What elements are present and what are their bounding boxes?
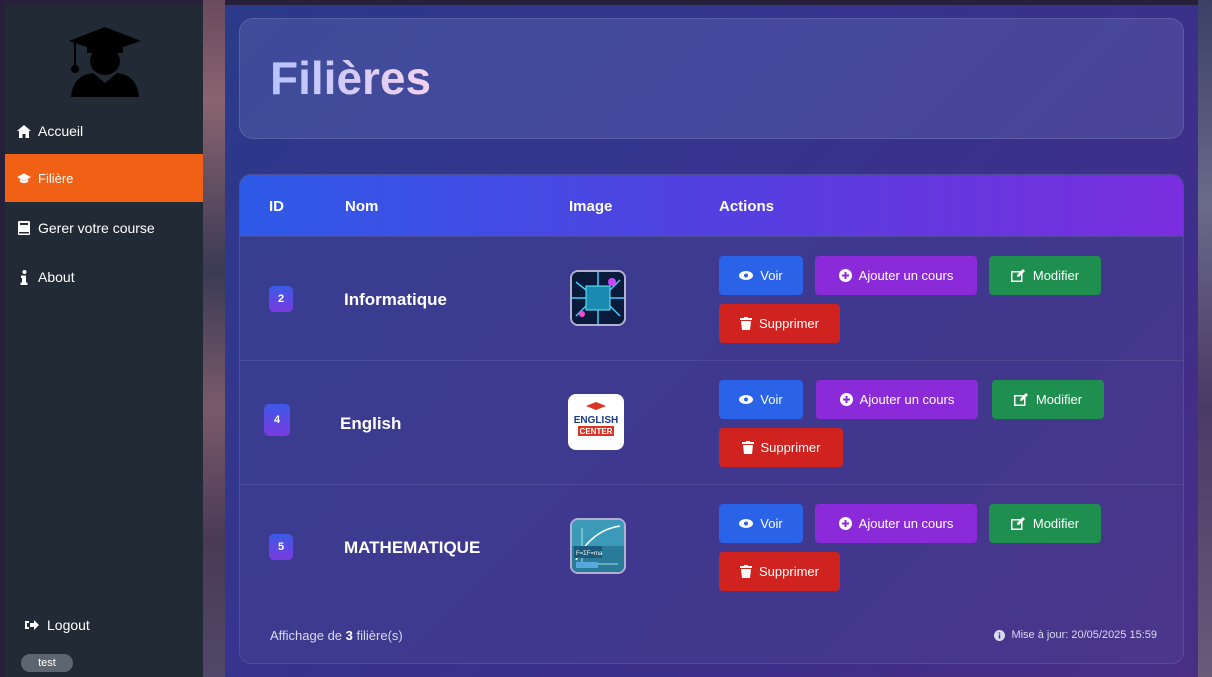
table-row: 5 MATHEMATIQUE F=ΣF=ma Voir Ajouter un c… (240, 484, 1183, 608)
filieres-table: ID Nom Image Actions 2 Informatique Voir (239, 174, 1184, 664)
trash-icon (741, 441, 754, 454)
delete-button[interactable]: Supprimer (719, 552, 840, 591)
id-badge: 5 (269, 534, 293, 560)
delete-label: Supprimer (759, 564, 819, 579)
filiere-name: Informatique (344, 290, 447, 309)
view-label: Voir (760, 516, 783, 531)
view-button[interactable]: Voir (719, 380, 803, 419)
column-header-id: ID (269, 198, 284, 215)
filiere-name: English (340, 414, 402, 433)
logout-label: Logout (47, 617, 90, 633)
column-header-name: Nom (345, 198, 379, 215)
edit-icon (1013, 393, 1029, 406)
info-circle-icon (994, 629, 1006, 641)
sidebar-item-gerer-course[interactable]: Gerer votre course (5, 205, 203, 251)
home-icon (17, 124, 31, 138)
filiere-name: MATHEMATIQUE (344, 538, 481, 557)
delete-button[interactable]: Supprimer (719, 428, 843, 467)
delete-label: Supprimer (759, 316, 819, 331)
svg-text:F=ΣF=ma: F=ΣF=ma (576, 551, 603, 557)
view-label: Voir (760, 392, 783, 407)
sidebar: Accueil Filière Gerer votre course About… (5, 5, 203, 677)
eye-icon (739, 519, 754, 528)
count-suffix: filière(s) (352, 628, 403, 643)
table-row: 4 English ENGLISH CENTER Voir Ajouter un… (240, 360, 1183, 484)
math-formulas-thumbnail: F=ΣF=ma (570, 518, 626, 574)
view-label: Voir (760, 268, 783, 283)
user-badge: test (21, 654, 73, 672)
sidebar-item-about[interactable]: About (5, 254, 203, 300)
last-updated: Mise à jour: 20/05/2025 15:59 (994, 629, 1157, 641)
add-course-button[interactable]: Ajouter un cours (816, 380, 978, 419)
page-header: Filières (239, 18, 1184, 139)
add-course-button[interactable]: Ajouter un cours (815, 256, 977, 295)
graduate-avatar-logo (65, 23, 145, 97)
sidebar-item-label: Filière (38, 170, 74, 186)
edit-button[interactable]: Modifier (989, 256, 1101, 295)
edit-label: Modifier (1032, 516, 1080, 531)
plus-circle-icon (838, 269, 852, 282)
delete-button[interactable]: Supprimer (719, 304, 840, 343)
sidebar-item-accueil[interactable]: Accueil (5, 108, 203, 154)
background-decoration (1198, 0, 1212, 677)
table-row: 2 Informatique Voir Ajouter un cours Mod… (240, 236, 1183, 360)
background-decoration (203, 0, 225, 677)
sidebar-item-label: Accueil (38, 123, 84, 139)
eye-icon (739, 271, 754, 280)
info-icon (17, 269, 31, 285)
edit-label: Modifier (1032, 268, 1080, 283)
add-course-button[interactable]: Ajouter un cours (815, 504, 977, 543)
plus-circle-icon (838, 517, 852, 530)
last-updated-text: Mise à jour: 20/05/2025 15:59 (1011, 629, 1157, 641)
book-icon (17, 221, 31, 235)
delete-label: Supprimer (760, 440, 821, 455)
trash-icon (740, 565, 753, 578)
table-header: ID Nom Image Actions (240, 175, 1183, 236)
eye-icon (739, 395, 754, 404)
id-badge: 4 (264, 404, 290, 436)
main-content: Filières ID Nom Image Actions 2 Informat… (225, 5, 1198, 677)
sign-out-icon (25, 619, 39, 631)
sidebar-item-filiere[interactable]: Filière (5, 154, 203, 202)
page-title: Filières (270, 52, 432, 104)
circuit-board-thumbnail (570, 270, 626, 326)
graduation-cap-icon (17, 171, 31, 185)
edit-label: Modifier (1035, 392, 1083, 407)
table-footer-count: Affichage de 3 filière(s) (270, 628, 403, 643)
edit-button[interactable]: Modifier (989, 504, 1101, 543)
plus-circle-icon (839, 393, 853, 406)
column-header-image: Image (569, 198, 613, 215)
svg-text:CENTER: CENTER (580, 427, 613, 436)
edit-icon (1010, 269, 1026, 282)
svg-text:ENGLISH: ENGLISH (574, 415, 618, 426)
column-header-actions: Actions (719, 198, 775, 215)
edit-button[interactable]: Modifier (992, 380, 1104, 419)
edit-icon (1010, 517, 1026, 530)
trash-icon (740, 317, 753, 330)
sidebar-item-label: Gerer votre course (38, 220, 155, 236)
english-center-logo-thumbnail: ENGLISH CENTER (568, 394, 624, 450)
add-course-label: Ajouter un cours (858, 516, 954, 531)
add-course-label: Ajouter un cours (858, 268, 954, 283)
count-value: 3 (345, 628, 353, 643)
logout-button[interactable]: Logout (25, 617, 90, 633)
id-badge: 2 (269, 286, 293, 312)
view-button[interactable]: Voir (719, 504, 803, 543)
count-prefix: Affichage de (270, 628, 346, 643)
view-button[interactable]: Voir (719, 256, 803, 295)
add-course-label: Ajouter un cours (859, 392, 955, 407)
sidebar-item-label: About (38, 269, 75, 285)
